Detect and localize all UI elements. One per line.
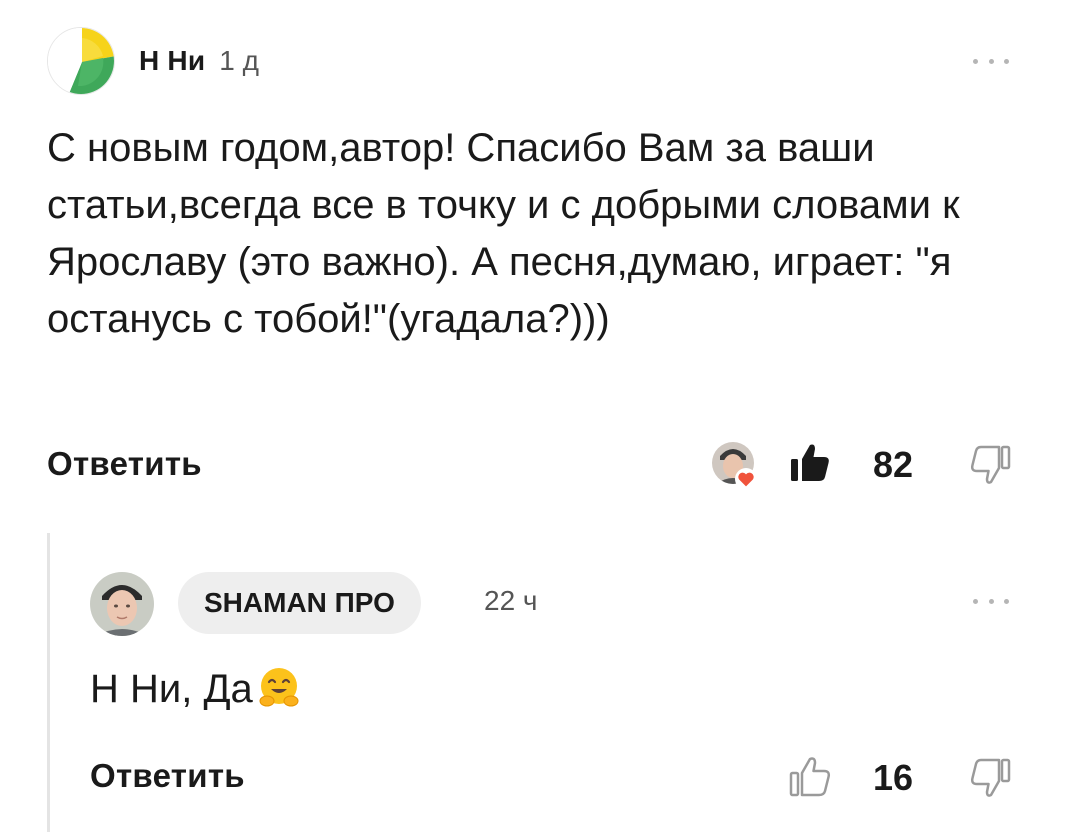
- dot-icon: [1004, 598, 1009, 604]
- reply-like-count: 16: [873, 757, 914, 798]
- hugging-face-icon: [259, 667, 299, 706]
- yandex-zen-logo-icon: [48, 28, 114, 94]
- dot-icon: [988, 58, 994, 64]
- like-count: 82: [873, 444, 914, 485]
- thumbs-down-icon[interactable]: [968, 757, 1012, 801]
- comments-page: Н Ни 1 д С новым годом,автор! Спасибо Ва…: [0, 0, 1080, 832]
- thumbs-up-icon[interactable]: [788, 754, 832, 798]
- comment-header: Н Ни 1 д: [47, 27, 259, 95]
- reply-time: 22 ч: [484, 585, 538, 616]
- author-avatar[interactable]: [47, 27, 115, 95]
- dot-icon: [973, 598, 978, 604]
- thread-line: [47, 533, 50, 832]
- comment-text: С новым годом,автор! Спасибо Вам за ваши…: [47, 126, 960, 341]
- more-options-button[interactable]: [973, 55, 1009, 67]
- reply-button[interactable]: Ответить: [47, 445, 202, 483]
- reply-author-name[interactable]: SHAMAN ПРО: [178, 572, 421, 634]
- reply-author-avatar[interactable]: [90, 572, 154, 636]
- thumbs-up-filled-icon[interactable]: [788, 440, 832, 484]
- comment-time: 1 д: [219, 45, 259, 76]
- person-avatar-icon: [90, 572, 154, 636]
- thumbs-down-icon[interactable]: [968, 444, 1012, 488]
- heart-icon: [735, 468, 757, 490]
- reply-more-options-button[interactable]: [973, 595, 1009, 607]
- reply-text-row: Н Ни, Да: [90, 661, 303, 718]
- dot-icon: [973, 58, 978, 64]
- reply-text: Н Ни, Да: [90, 667, 253, 711]
- dot-icon: [988, 598, 994, 604]
- comment-author-name[interactable]: Н Ни: [139, 45, 205, 77]
- reply-reply-button[interactable]: Ответить: [90, 757, 245, 795]
- dot-icon: [1004, 58, 1009, 64]
